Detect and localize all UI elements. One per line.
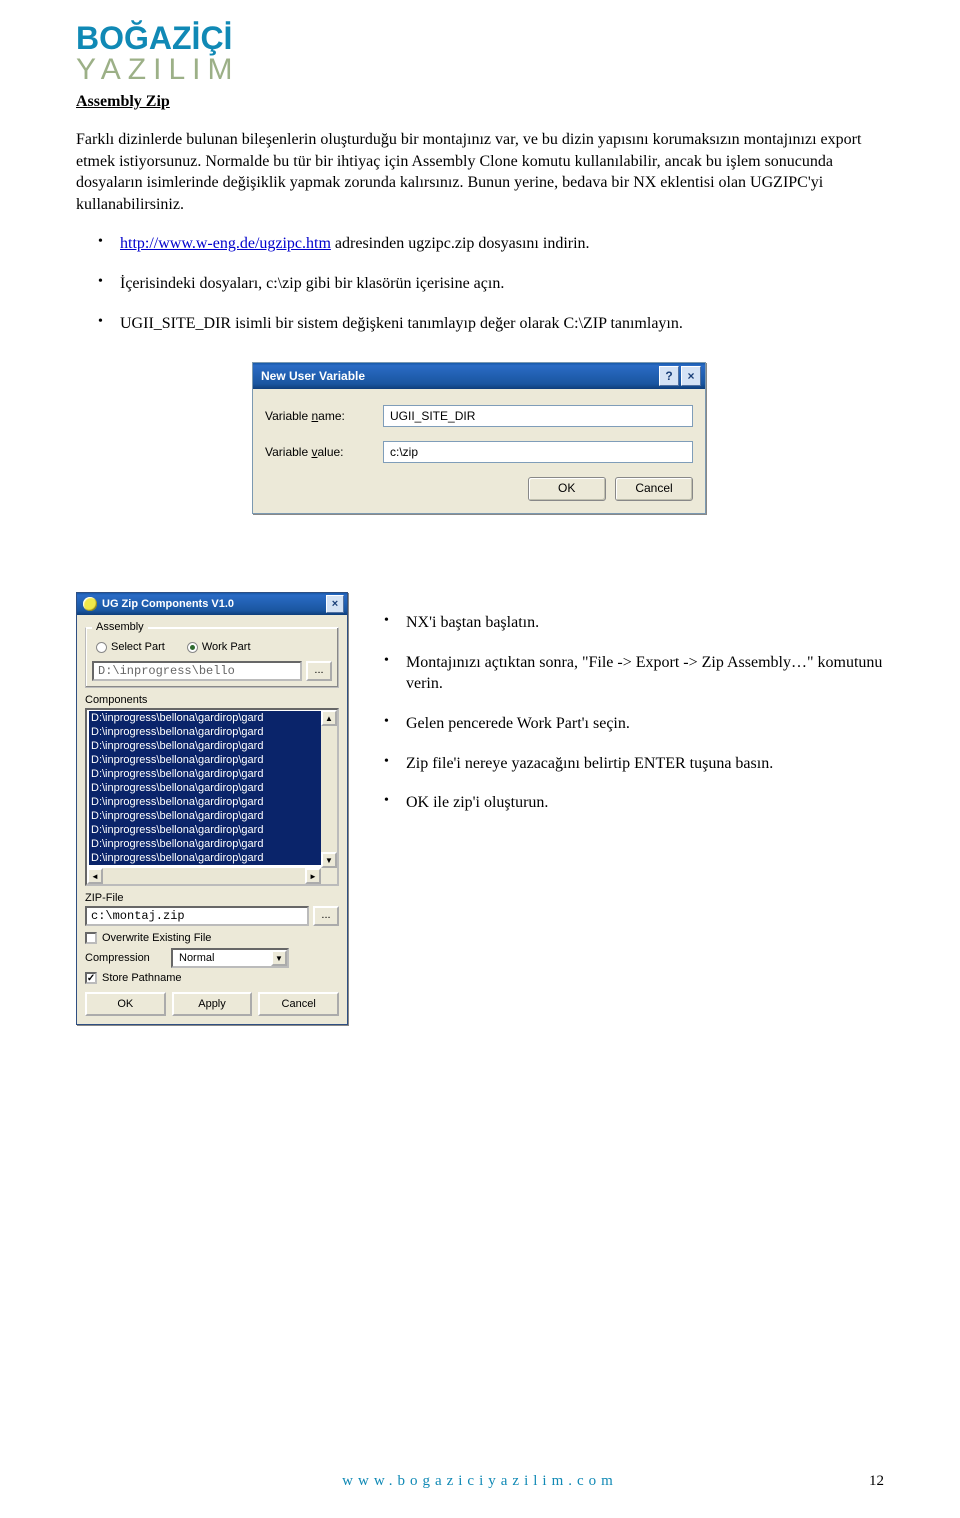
- intro-paragraph: Farklı dizinlerde bulunan bileşenlerin o…: [76, 129, 884, 215]
- titlebar: UG Zip Components V1.0 ×: [77, 593, 347, 615]
- groupbox-legend: Assembly: [92, 621, 148, 633]
- browse-button[interactable]: ...: [306, 661, 332, 681]
- radio-icon: [96, 642, 107, 653]
- heading-assembly-zip: Assembly Zip: [76, 93, 884, 111]
- list-item[interactable]: D:\inprogress\bellona\gardirop\gard: [89, 711, 321, 725]
- dialog-body: Variable name: Variable value: OK Cancel: [253, 389, 705, 513]
- bullet-download-rest: adresinden ugzipc.zip dosyasını indirin.: [331, 235, 590, 252]
- input-variable-name[interactable]: [383, 405, 693, 427]
- groupbox-assembly: Assembly Select Part Work Part .: [85, 621, 339, 688]
- input-zip-file[interactable]: [85, 906, 309, 926]
- horizontal-scrollbar[interactable]: ◄ ►: [87, 868, 321, 884]
- ok-button[interactable]: OK: [85, 992, 166, 1016]
- checkbox-overwrite[interactable]: Overwrite Existing File: [85, 932, 339, 944]
- combo-compression[interactable]: Normal ▼: [171, 948, 289, 968]
- radio-label: Work Part: [202, 641, 251, 653]
- label-variable-name: Variable name:: [265, 409, 383, 423]
- list-item[interactable]: D:\inprogress\bellona\gardirop\gard: [89, 851, 321, 865]
- bullet-list-2: NX'i baştan başlatın. Montajınızı açtıkt…: [376, 612, 884, 814]
- radio-label: Select Part: [111, 641, 165, 653]
- list-item[interactable]: D:\inprogress\bellona\gardirop\gard: [89, 837, 321, 851]
- list-item[interactable]: D:\inprogress\bellona\gardirop\gard: [89, 823, 321, 837]
- bullet-export-command: Montajınızı açtıktan sonra, "File -> Exp…: [384, 652, 884, 695]
- scroll-up-icon[interactable]: ▲: [321, 710, 337, 726]
- input-assembly-path[interactable]: [92, 661, 302, 681]
- checkbox-icon: ✓: [85, 972, 97, 984]
- download-link[interactable]: http://www.w-eng.de/ugzipc.htm: [120, 235, 331, 252]
- footer-url: www.bogaziciyazilim.com: [342, 1473, 618, 1489]
- list-item[interactable]: D:\inprogress\bellona\gardirop\gard: [89, 767, 321, 781]
- radio-work-part[interactable]: Work Part: [187, 641, 251, 653]
- label-compression: Compression: [85, 952, 163, 964]
- bullet-extract: İçerisindeki dosyaları, c:\zip gibi bir …: [98, 273, 884, 295]
- page-number: 12: [869, 1473, 884, 1490]
- combo-value: Normal: [173, 952, 271, 964]
- checkbox-icon: [85, 932, 97, 944]
- footer: www.bogaziciyazilim.com 12: [0, 1472, 960, 1490]
- titlebar-title: New User Variable: [261, 369, 659, 383]
- chevron-down-icon: ▼: [271, 950, 287, 966]
- list-item[interactable]: D:\inprogress\bellona\gardirop\gard: [89, 809, 321, 823]
- bullet-list-1: http://www.w-eng.de/ugzipc.htm adresinde…: [76, 233, 884, 334]
- bullet-zip-location: Zip file'i nereye yazacağını belirtip EN…: [384, 753, 884, 775]
- dialog-new-user-variable: New User Variable ? × Variable name: Var…: [252, 362, 706, 514]
- radio-icon: [187, 642, 198, 653]
- browse-zip-button[interactable]: ...: [313, 906, 339, 926]
- label-components: Components: [85, 694, 339, 706]
- label-variable-value: Variable value:: [265, 445, 383, 459]
- scroll-down-icon[interactable]: ▼: [321, 852, 337, 868]
- scroll-right-icon[interactable]: ►: [305, 868, 321, 884]
- titlebar-title: UG Zip Components V1.0: [102, 598, 326, 610]
- list-item[interactable]: D:\inprogress\bellona\gardirop\gard: [89, 725, 321, 739]
- bullet-create-zip: OK ile zip'i oluşturun.: [384, 792, 884, 814]
- apply-button[interactable]: Apply: [172, 992, 253, 1016]
- checkbox-store-pathname[interactable]: ✓ Store Pathname: [85, 972, 339, 984]
- checkbox-label: Store Pathname: [102, 972, 182, 984]
- list-item[interactable]: D:\inprogress\bellona\gardirop\gard: [89, 795, 321, 809]
- bullet-download: http://www.w-eng.de/ugzipc.htm adresinde…: [98, 233, 884, 255]
- list-item[interactable]: D:\inprogress\bellona\gardirop\gard: [89, 753, 321, 767]
- help-button[interactable]: ?: [659, 366, 679, 386]
- list-item[interactable]: D:\inprogress\bellona\gardirop\gard: [89, 739, 321, 753]
- input-variable-value[interactable]: [383, 441, 693, 463]
- logo: BOĞAZİÇİ YAZILIM: [76, 20, 884, 87]
- list-item[interactable]: D:\inprogress\bellona\gardirop\gard: [89, 781, 321, 795]
- cancel-button[interactable]: Cancel: [258, 992, 339, 1016]
- ok-button[interactable]: OK: [528, 477, 606, 501]
- checkbox-label: Overwrite Existing File: [102, 932, 211, 944]
- label-zip-file: ZIP-File: [85, 892, 339, 904]
- bullet-select-work-part: Gelen pencerede Work Part'ı seçin.: [384, 713, 884, 735]
- close-button[interactable]: ×: [326, 595, 344, 613]
- vertical-scrollbar[interactable]: ▲ ▼: [321, 710, 337, 868]
- cancel-button[interactable]: Cancel: [615, 477, 693, 501]
- logo-line2: YAZILIM: [76, 53, 884, 87]
- bullet-env-var: UGII_SITE_DIR isimli bir sistem değişken…: [98, 313, 884, 335]
- close-button[interactable]: ×: [681, 366, 701, 386]
- app-icon: [83, 597, 97, 611]
- scroll-left-icon[interactable]: ◄: [87, 868, 103, 884]
- dialog-ug-zip-components: UG Zip Components V1.0 × Assembly Select…: [76, 592, 348, 1025]
- radio-select-part[interactable]: Select Part: [96, 641, 165, 653]
- bullet-restart-nx: NX'i baştan başlatın.: [384, 612, 884, 634]
- titlebar: New User Variable ? ×: [253, 363, 705, 389]
- listbox-components[interactable]: D:\inprogress\bellona\gardirop\gardD:\in…: [85, 708, 339, 886]
- logo-line1: BOĞAZİÇİ: [76, 20, 884, 57]
